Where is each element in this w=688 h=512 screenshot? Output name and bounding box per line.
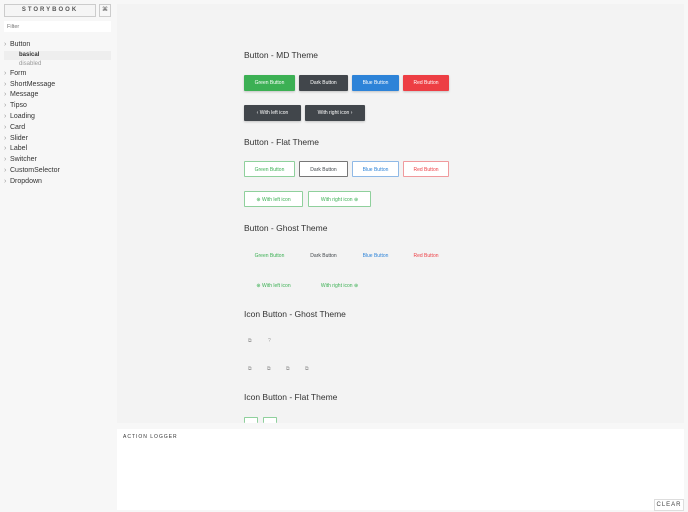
nav-item-form[interactable]: Form bbox=[4, 69, 111, 80]
section-title-md: Button - MD Theme bbox=[244, 50, 319, 60]
flat-blue-button[interactable]: Blue Button bbox=[352, 161, 399, 177]
flat-right-icon-button[interactable]: With right icon ⊕ bbox=[308, 191, 371, 207]
button-label: With right icon bbox=[320, 197, 353, 203]
copy-icon-button[interactable]: ⧉ bbox=[248, 366, 252, 372]
flat-dark-button[interactable]: Dark Button bbox=[299, 161, 348, 177]
flat-icon-button[interactable] bbox=[263, 417, 277, 423]
nav-item-customselector[interactable]: CustomSelector bbox=[4, 166, 111, 177]
ghost-blue-button[interactable]: Blue Button bbox=[352, 248, 399, 264]
nav-item-message[interactable]: Message bbox=[4, 90, 111, 101]
ghost-right-icon-button[interactable]: With right icon ⊕ bbox=[308, 278, 371, 294]
story-nav: Button basical disabled Form ShortMessag… bbox=[4, 40, 111, 188]
flat-red-button[interactable]: Red Button bbox=[403, 161, 449, 177]
md-right-icon-button[interactable]: With right icon › bbox=[305, 105, 365, 121]
nav-item-card[interactable]: Card bbox=[4, 123, 111, 134]
copy-icon-button[interactable]: ⧉ bbox=[286, 366, 290, 372]
button-label: With left icon bbox=[261, 197, 291, 203]
nav-story-basical[interactable]: basical bbox=[4, 50, 111, 60]
md-blue-button[interactable]: Blue Button bbox=[352, 75, 399, 91]
filter-input[interactable] bbox=[4, 21, 111, 32]
md-dark-button[interactable]: Dark Button bbox=[299, 75, 348, 91]
nav-item-tipso[interactable]: Tipso bbox=[4, 101, 111, 112]
nav-story-disabled[interactable]: disabled bbox=[4, 60, 111, 69]
copy-icon-button[interactable]: ⧉ bbox=[267, 366, 271, 372]
clear-button[interactable]: CLEAR bbox=[654, 499, 684, 511]
section-title-ghost: Button - Ghost Theme bbox=[244, 223, 328, 233]
nav-item-switcher[interactable]: Switcher bbox=[4, 155, 111, 166]
nav-item-loading[interactable]: Loading bbox=[4, 112, 111, 123]
md-green-button[interactable]: Green Button bbox=[244, 75, 295, 91]
nav-item-shortmessage[interactable]: ShortMessage bbox=[4, 80, 111, 91]
nav-item-dropdown[interactable]: Dropdown bbox=[4, 177, 111, 188]
flat-left-icon-button[interactable]: ⊕ With left icon bbox=[244, 191, 303, 207]
flat-icon-button[interactable] bbox=[244, 417, 258, 423]
button-label: With right icon bbox=[317, 110, 350, 116]
section-title-flat: Button - Flat Theme bbox=[244, 137, 319, 147]
storybook-brand-button[interactable]: STORYBOOK bbox=[4, 4, 96, 17]
help-icon-button[interactable]: ? bbox=[268, 338, 271, 344]
nav-item-label[interactable]: Label bbox=[4, 144, 111, 155]
chevron-right-icon: › bbox=[350, 110, 353, 116]
ghost-green-button[interactable]: Green Button bbox=[244, 248, 295, 264]
preview-pane bbox=[117, 4, 684, 423]
md-red-button[interactable]: Red Button bbox=[403, 75, 449, 91]
plus-circle-icon: ⊕ bbox=[353, 197, 359, 203]
button-label: With right icon bbox=[320, 283, 353, 289]
section-title-icon-ghost: Icon Button - Ghost Theme bbox=[244, 309, 346, 319]
shortcuts-button[interactable]: ⌘ bbox=[99, 4, 111, 17]
button-label: With left icon bbox=[259, 110, 289, 116]
copy-icon-button[interactable]: ⧉ bbox=[248, 338, 252, 344]
action-logger-panel: ACTION LOGGER bbox=[117, 429, 684, 510]
ghost-dark-button[interactable]: Dark Button bbox=[299, 248, 348, 264]
button-label: With left icon bbox=[261, 283, 291, 289]
nav-item-button[interactable]: Button bbox=[4, 40, 111, 51]
plus-circle-icon: ⊕ bbox=[353, 283, 359, 289]
ghost-left-icon-button[interactable]: ⊕ With left icon bbox=[244, 278, 303, 294]
copy-icon-button[interactable]: ⧉ bbox=[305, 366, 309, 372]
flat-green-button[interactable]: Green Button bbox=[244, 161, 295, 177]
ghost-red-button[interactable]: Red Button bbox=[403, 248, 449, 264]
action-logger-title: ACTION LOGGER bbox=[123, 434, 178, 440]
section-title-icon-flat: Icon Button - Flat Theme bbox=[244, 392, 338, 402]
nav-item-slider[interactable]: Slider bbox=[4, 134, 111, 145]
sidebar: STORYBOOK ⌘ Button basical disabled Form… bbox=[0, 0, 113, 512]
md-left-icon-button[interactable]: ‹ With left icon bbox=[244, 105, 301, 121]
